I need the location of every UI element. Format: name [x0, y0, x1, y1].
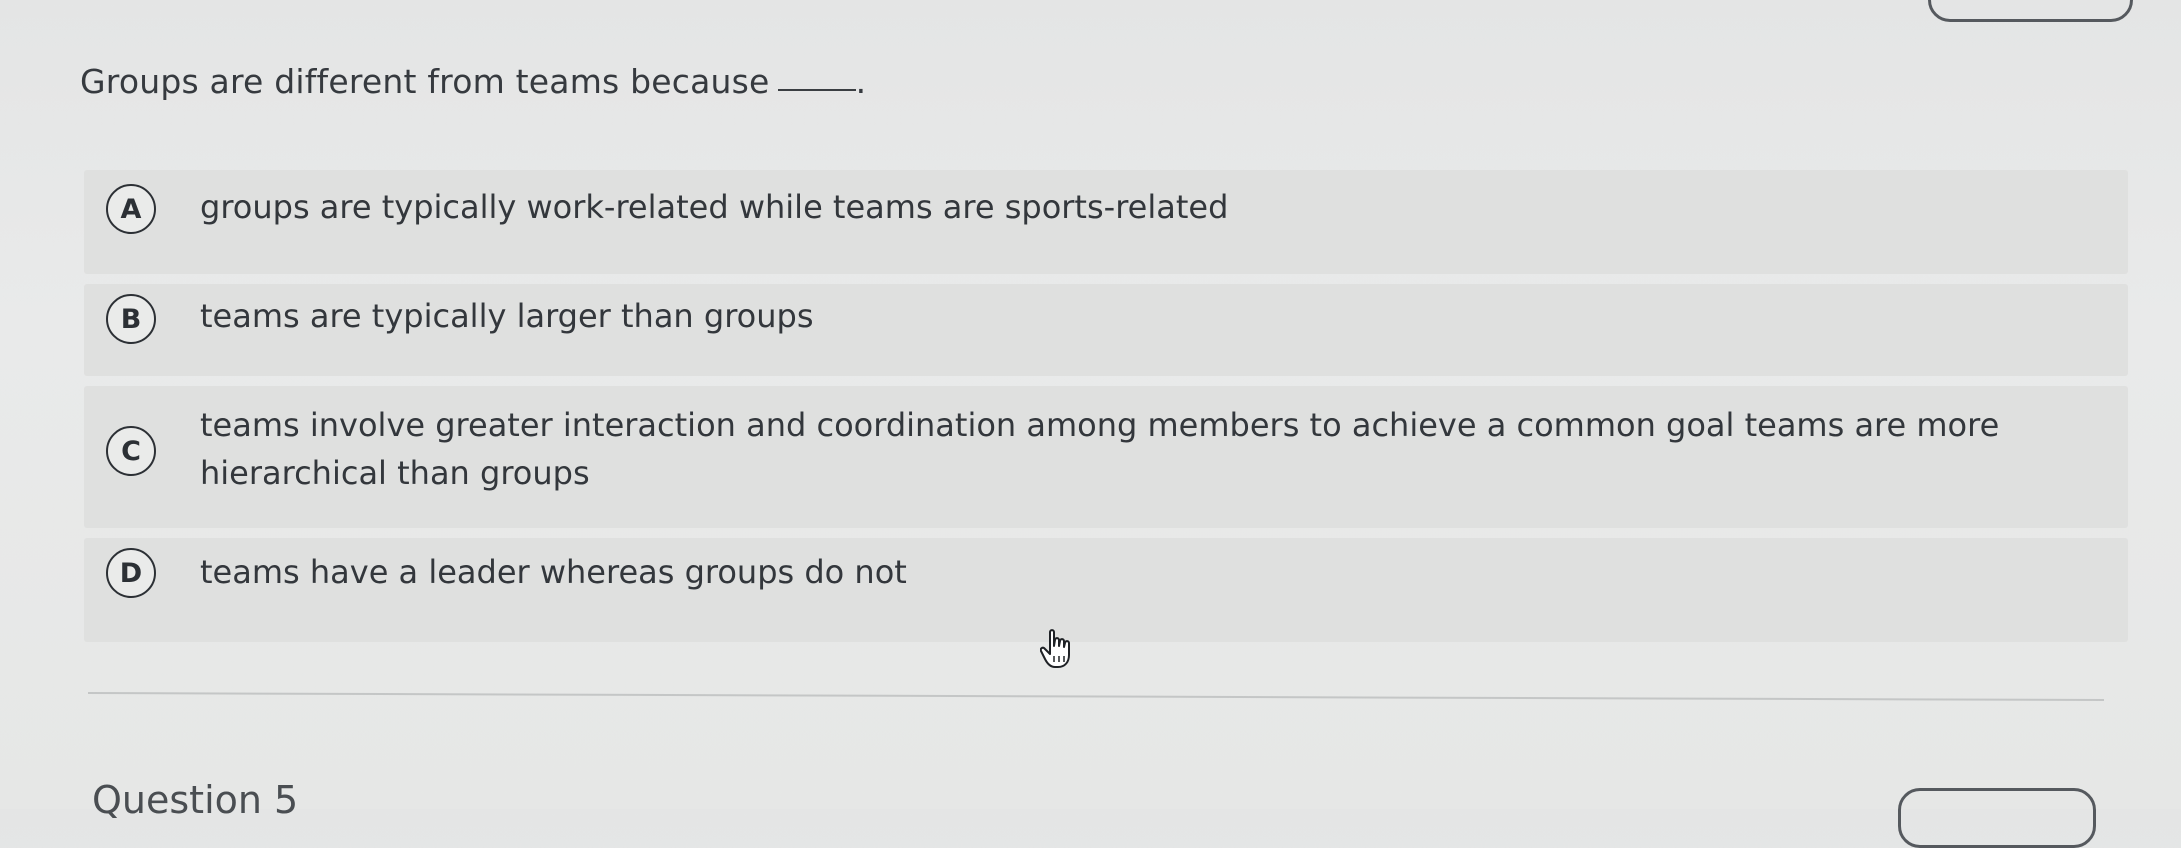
next-question-heading: Question 5 — [92, 778, 299, 822]
option-c[interactable]: C teams involve greater interaction and … — [84, 386, 2128, 528]
top-right-button[interactable] — [1928, 0, 2133, 22]
option-text: teams have a leader whereas groups do no… — [200, 553, 907, 591]
hand-pointer-icon — [1040, 629, 1070, 668]
option-d[interactable]: D teams have a leader whereas groups do … — [84, 538, 2128, 642]
question-prompt: Groups are different from teams because. — [80, 62, 866, 101]
answer-blank — [777, 89, 856, 91]
option-text: teams are typically larger than groups — [200, 297, 814, 335]
option-letter-badge: A — [106, 184, 156, 234]
option-text: teams involve greater interaction and co… — [200, 406, 2000, 492]
option-letter-badge: D — [106, 548, 156, 598]
bottom-right-button[interactable] — [1898, 788, 2096, 848]
option-b[interactable]: B teams are typically larger than groups — [84, 284, 2128, 376]
section-divider — [87, 692, 2104, 702]
option-a[interactable]: A groups are typically work-related whil… — [84, 170, 2128, 274]
question-end-punctuation: . — [855, 62, 867, 101]
option-letter-badge: B — [106, 294, 156, 344]
option-text: groups are typically work-related while … — [200, 188, 1229, 226]
question-text: Groups are different from teams because — [80, 62, 770, 101]
option-letter-badge: C — [106, 426, 156, 476]
